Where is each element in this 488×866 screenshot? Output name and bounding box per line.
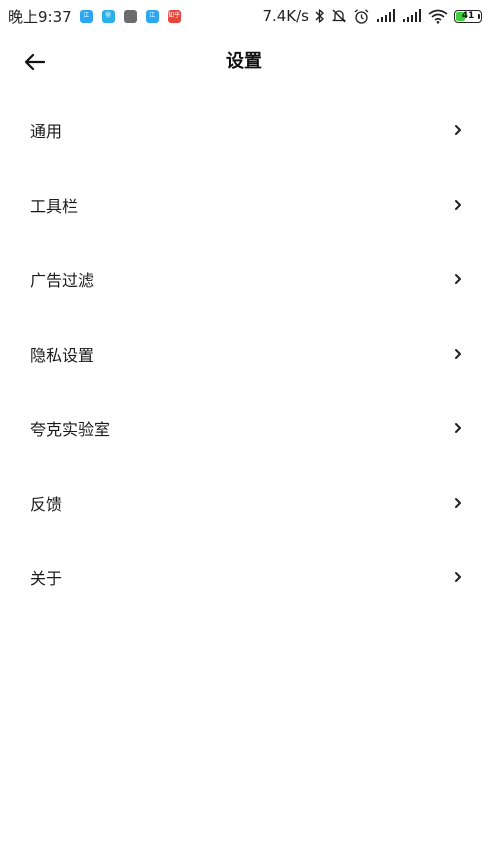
alarm-icon bbox=[353, 8, 370, 25]
settings-item-label: 反馈 bbox=[30, 494, 63, 514]
mute-icon bbox=[331, 8, 347, 24]
signal-icon bbox=[402, 9, 422, 23]
app-icon-red: 知乎 bbox=[167, 9, 181, 23]
settings-item-about[interactable]: 关于 bbox=[0, 540, 488, 615]
settings-item-label: 广告过滤 bbox=[30, 271, 95, 291]
settings-item-privacy[interactable]: 隐私设置 bbox=[0, 317, 488, 392]
settings-item-toolbar[interactable]: 工具栏 bbox=[0, 168, 488, 243]
back-button[interactable] bbox=[18, 48, 50, 76]
settings-item-ad-filter[interactable]: 广告过滤 bbox=[0, 242, 488, 317]
settings-item-label: 夸克实验室 bbox=[30, 420, 111, 440]
app-icon-blue: 江 bbox=[79, 9, 93, 23]
settings-item-label: 隐私设置 bbox=[30, 345, 95, 365]
app-icon-gray bbox=[123, 9, 137, 23]
settings-list: 通用 工具栏 广告过滤 隐私设置 夸克实验室 反馈 关于 bbox=[0, 93, 488, 615]
settings-item-label: 关于 bbox=[30, 569, 63, 589]
bluetooth-icon bbox=[315, 8, 325, 24]
settings-item-general[interactable]: 通用 bbox=[0, 93, 488, 168]
notification-app-icons: 江 ㊙ 江 知乎 bbox=[79, 9, 181, 23]
chevron-right-icon bbox=[454, 199, 462, 211]
page-title: 设置 bbox=[226, 51, 262, 72]
signal-icon bbox=[376, 9, 396, 23]
settings-item-label: 通用 bbox=[30, 122, 63, 142]
network-speed: 7.4K/s bbox=[262, 7, 309, 25]
header: 设置 bbox=[0, 40, 488, 84]
wifi-icon bbox=[428, 9, 448, 24]
battery-level: 41 bbox=[461, 11, 475, 21]
status-time: 晚上9:37 bbox=[8, 7, 72, 26]
chevron-right-icon bbox=[454, 124, 462, 136]
settings-item-label: 工具栏 bbox=[30, 196, 79, 216]
app-icon-blue: 江 bbox=[145, 9, 159, 23]
settings-item-lab[interactable]: 夸克实验室 bbox=[0, 391, 488, 466]
settings-item-feedback[interactable]: 反馈 bbox=[0, 466, 488, 541]
arrow-left-icon bbox=[24, 53, 45, 71]
battery-icon: 41 bbox=[454, 9, 482, 23]
chevron-right-icon bbox=[454, 497, 462, 509]
chevron-right-icon bbox=[454, 273, 462, 285]
app-icon-cyan: ㊙ bbox=[101, 9, 115, 23]
status-bar: 晚上9:37 江 ㊙ 江 知乎 7.4K/s 41 bbox=[0, 0, 488, 32]
chevron-right-icon bbox=[454, 571, 462, 583]
chevron-right-icon bbox=[454, 422, 462, 434]
chevron-right-icon bbox=[454, 348, 462, 360]
